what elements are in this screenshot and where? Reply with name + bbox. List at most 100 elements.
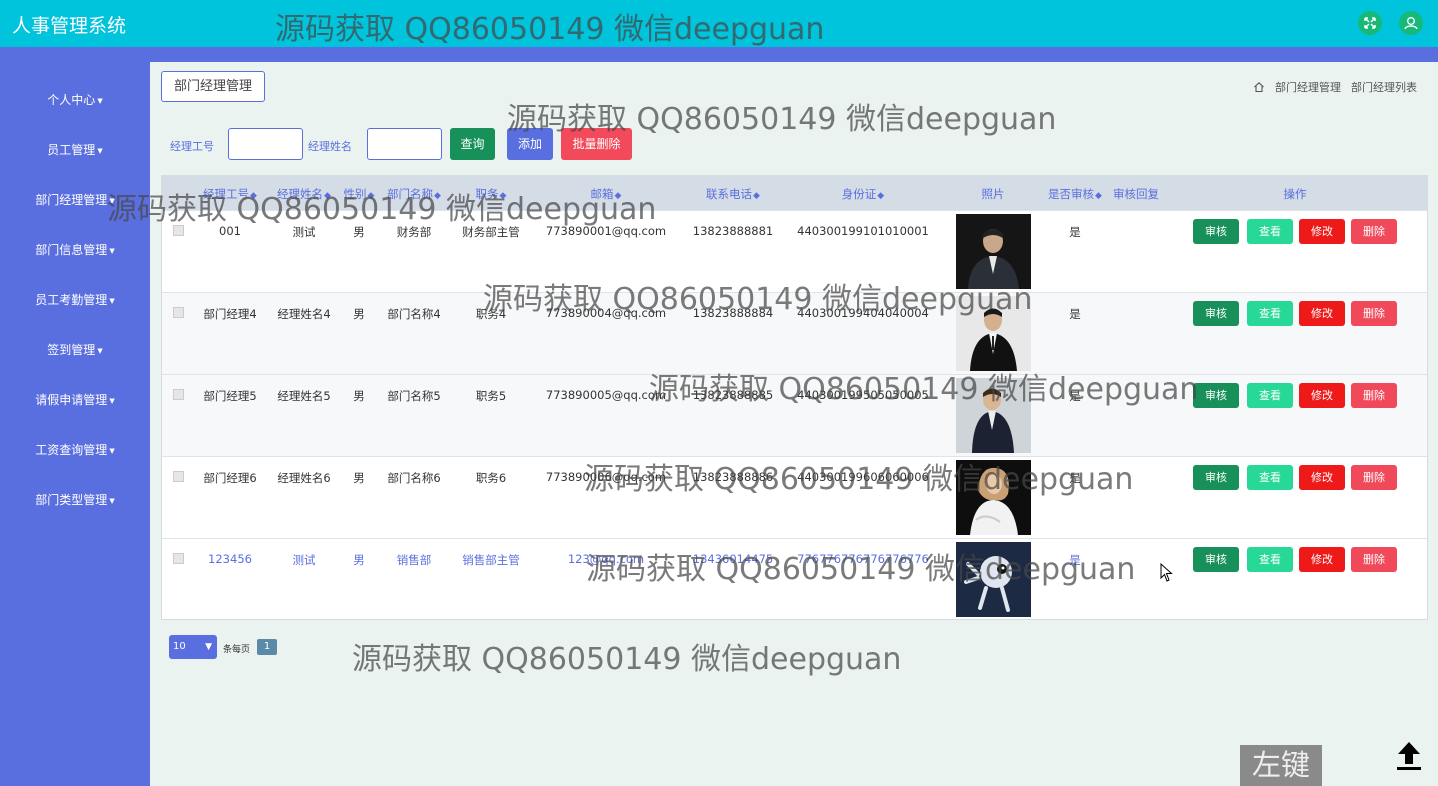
cell-manager-id: 部门经理5 <box>203 389 257 403</box>
edit-button[interactable]: 修改 <box>1299 383 1345 408</box>
audit-button[interactable]: 审核 <box>1193 383 1239 408</box>
expand-icon[interactable] <box>1358 11 1382 35</box>
cell-manager-id: 001 <box>219 224 241 238</box>
sidebar-item-label: 工资查询管理 <box>35 443 108 457</box>
sidebar-item-label: 部门经理管理 <box>35 193 108 207</box>
sidebar-item-personal-center[interactable]: 个人中心 ▼ <box>0 91 150 108</box>
cell-audited: 是 <box>1069 553 1081 567</box>
edit-button[interactable]: 修改 <box>1299 465 1345 490</box>
row-checkbox[interactable] <box>173 471 184 482</box>
column-header[interactable]: 经理工号◆ <box>203 186 257 202</box>
view-button[interactable]: 查看 <box>1247 547 1293 572</box>
audit-button[interactable]: 审核 <box>1193 301 1239 326</box>
column-header[interactable]: 邮箱◆ <box>591 186 622 202</box>
top-bar: 人事管理系统 <box>0 0 1438 47</box>
column-header[interactable]: 性别◆ <box>344 186 375 202</box>
cell-idcard: 440300199101010001 <box>797 224 929 238</box>
breadcrumb: 部门经理管理 部门经理列表 <box>1253 79 1417 95</box>
photo-thumbnail[interactable] <box>956 542 1031 617</box>
photo-thumbnail[interactable] <box>956 460 1031 535</box>
photo-thumbnail[interactable] <box>956 296 1031 371</box>
sidebar-item-label: 员工管理 <box>47 143 96 157</box>
table-row: 001 测试 男 财务部 财务部主管 773890001@qq.com 1382… <box>162 210 1427 292</box>
page-number[interactable]: 1 <box>257 639 277 655</box>
row-checkbox[interactable] <box>173 389 184 400</box>
cell-gender: 男 <box>353 225 365 239</box>
photo-thumbnail[interactable] <box>956 378 1031 453</box>
table-header: 经理工号◆ 经理姓名◆ 性别◆ 部门名称◆ 职务◆ 邮箱◆ 联系电话◆ 身份证◆… <box>162 176 1427 210</box>
sidebar-item-attendance[interactable]: 员工考勤管理 ▼ <box>0 291 150 308</box>
cell-phone: 13823888886 <box>692 470 774 484</box>
view-button[interactable]: 查看 <box>1247 301 1293 326</box>
edit-button[interactable]: 修改 <box>1299 301 1345 326</box>
sidebar-item-dept-manager[interactable]: 部门经理管理 ▼ <box>0 191 150 208</box>
batch-delete-button[interactable]: 批量删除 <box>561 128 632 160</box>
page-size-value: 10 <box>173 641 186 652</box>
column-header[interactable]: 职务◆ <box>476 186 507 202</box>
delete-button[interactable]: 删除 <box>1351 465 1397 490</box>
manager-id-label: 经理工号 <box>170 140 214 153</box>
row-checkbox[interactable] <box>173 307 184 318</box>
cell-manager-name: 经理姓名6 <box>277 471 331 485</box>
home-icon[interactable] <box>1253 81 1265 93</box>
cell-email: 773890006@qq.com <box>545 470 667 484</box>
delete-button[interactable]: 删除 <box>1351 547 1397 572</box>
row-checkbox[interactable] <box>173 225 184 236</box>
breadcrumb-item[interactable]: 部门经理管理 <box>1275 79 1341 95</box>
column-header[interactable]: 经理姓名◆ <box>277 186 331 202</box>
query-button[interactable]: 查询 <box>450 128 495 160</box>
delete-button[interactable]: 删除 <box>1351 301 1397 326</box>
cell-gender: 男 <box>353 389 365 403</box>
view-button[interactable]: 查看 <box>1247 383 1293 408</box>
column-header[interactable]: 部门名称◆ <box>387 186 441 202</box>
column-header[interactable]: 联系电话◆ <box>706 186 760 202</box>
chevron-down-icon: ▼ <box>109 396 115 405</box>
audit-button[interactable]: 审核 <box>1193 465 1239 490</box>
sidebar-item-salary[interactable]: 工资查询管理 ▼ <box>0 441 150 458</box>
manager-name-input[interactable] <box>367 128 442 160</box>
delete-button[interactable]: 删除 <box>1351 383 1397 408</box>
edit-button[interactable]: 修改 <box>1299 547 1345 572</box>
manager-name-label: 经理姓名 <box>308 140 352 153</box>
per-page-label: 条每页 <box>223 645 251 655</box>
chevron-down-icon: ▼ <box>109 196 115 205</box>
user-icon[interactable] <box>1399 11 1423 35</box>
page-title-button[interactable]: 部门经理管理 <box>161 71 266 102</box>
cell-dept: 部门名称5 <box>387 389 441 403</box>
cell-manager-name: 测试 <box>292 553 316 567</box>
edit-button[interactable]: 修改 <box>1299 219 1345 244</box>
audit-button[interactable]: 审核 <box>1193 547 1239 572</box>
audit-button[interactable]: 审核 <box>1193 219 1239 244</box>
photo-thumbnail[interactable] <box>956 214 1031 289</box>
back-to-top-icon[interactable] <box>1394 740 1424 772</box>
column-header: 操作 <box>1283 187 1307 201</box>
cell-phone: 13823888884 <box>692 306 774 320</box>
cell-role: 销售部主管 <box>462 553 520 567</box>
delete-button[interactable]: 删除 <box>1351 219 1397 244</box>
sidebar-item-dept-type[interactable]: 部门类型管理 ▼ <box>0 491 150 508</box>
sidebar-item-signin[interactable]: 签到管理 ▼ <box>0 341 150 358</box>
header-strip <box>0 47 1438 62</box>
cell-manager-name: 经理姓名4 <box>277 307 331 321</box>
chevron-down-icon: ▼ <box>109 246 115 255</box>
table-row: 部门经理4 经理姓名4 男 部门名称4 职务4 773890004@qq.com… <box>162 292 1427 374</box>
cell-manager-id: 部门经理4 <box>203 307 257 321</box>
table-row: 部门经理6 经理姓名6 男 部门名称6 职务6 773890006@qq.com… <box>162 456 1427 538</box>
view-button[interactable]: 查看 <box>1247 219 1293 244</box>
sidebar-item-dept-info[interactable]: 部门信息管理 ▼ <box>0 241 150 258</box>
cell-role: 财务部主管 <box>462 225 520 239</box>
add-button[interactable]: 添加 <box>507 128 553 160</box>
cell-audited: 是 <box>1069 389 1081 403</box>
sidebar-item-employee[interactable]: 员工管理 ▼ <box>0 141 150 158</box>
column-header[interactable]: 是否审核◆ <box>1048 186 1102 202</box>
mouse-cursor-icon <box>1160 563 1173 582</box>
column-header[interactable]: 身份证◆ <box>842 186 884 202</box>
view-button[interactable]: 查看 <box>1247 465 1293 490</box>
breadcrumb-item: 部门经理列表 <box>1351 81 1417 94</box>
manager-id-input[interactable] <box>228 128 303 160</box>
cell-audited: 是 <box>1069 471 1081 485</box>
sidebar-item-leave[interactable]: 请假申请管理 ▼ <box>0 391 150 408</box>
row-checkbox[interactable] <box>173 553 184 564</box>
page-size-select[interactable]: 10 ▼ <box>169 635 217 659</box>
chevron-down-icon: ▼ <box>109 296 115 305</box>
